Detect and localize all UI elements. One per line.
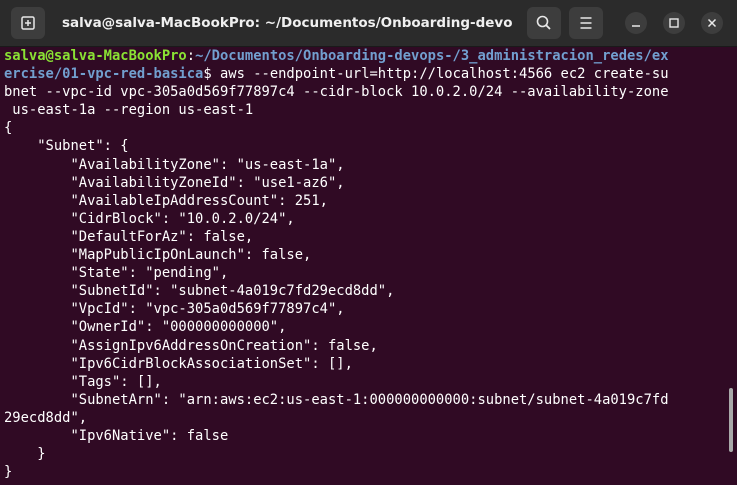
window-title: salva@salva-MacBookPro: ~/Documentos/Onb… [62,15,512,31]
maximize-icon [669,18,679,28]
output-line: "VpcId": "vpc-305a0d569f77897c4", [4,301,345,318]
minimize-button[interactable] [625,12,647,34]
output-line: { [4,120,13,137]
maximize-button[interactable] [663,12,685,34]
output-line: "State": "pending", [4,265,229,282]
output-line: "Tags": [], [4,373,162,390]
search-button[interactable] [527,7,561,39]
output-line: "AssignIpv6AddressOnCreation": false, [4,337,378,354]
output-line: "SubnetId": "subnet-4a019c7fd29ecd8dd", [4,283,395,300]
prompt-user: salva@salva-MacBookPro [4,48,187,64]
command-text: aws --endpoint-url=http://localhost:4566… [219,66,669,83]
minimize-icon [632,25,640,27]
prompt-path: ercise/01-vpc-red-basica [4,66,204,83]
output-line: "CidrBlock": "10.0.2.0/24", [4,210,295,227]
terminal-scrollbar[interactable] [729,388,733,452]
output-line: "SubnetArn": "arn:aws:ec2:us-east-1:0000… [4,391,669,408]
command-line: bnet --vpc-id vpc-305a0d569f77897c4 --ci… [4,84,669,101]
output-line: "Ipv6Native": false [4,427,229,444]
prompt-dollar: $ [203,66,220,83]
close-icon [707,18,717,28]
terminal-output[interactable]: salva@salva-MacBookPro:~/Documentos/Onbo… [4,47,728,485]
close-button[interactable] [701,12,723,34]
prompt-path: ~/Documentos/Onboarding-devops-/3_admini… [195,48,669,64]
output-line: "AvailabilityZone": "us-east-1a", [4,156,345,173]
output-line: "DefaultForAz": false, [4,228,254,245]
output-line: } [4,446,46,463]
new-tab-button[interactable] [11,7,45,39]
output-line: "AvailabilityZoneId": "use1-az6", [4,174,345,191]
menu-button[interactable] [569,7,603,39]
prompt-line: salva@salva-MacBookPro:~/Documentos/Onbo… [4,47,728,65]
prompt-line: ercise/01-vpc-red-basica$ aws --endpoint… [4,65,728,83]
titlebar: salva@salva-MacBookPro: ~/Documentos/Onb… [0,0,737,47]
terminal-window: salva@salva-MacBookPro: ~/Documentos/Onb… [0,0,737,485]
output-line: "MapPublicIpOnLaunch": false, [4,247,312,264]
search-icon [536,15,551,30]
output-line: } [4,464,13,481]
output-line: "OwnerId": "000000000000", [4,319,287,336]
output-line: 29ecd8dd", [4,409,88,426]
new-tab-icon [21,16,35,30]
output-line: "Subnet": { [4,138,129,155]
hamburger-menu-icon [580,17,592,29]
output-line: "AvailableIpAddressCount": 251, [4,192,328,209]
prompt-separator: : [186,48,196,64]
output-line: "Ipv6CidrBlockAssociationSet": [], [4,355,353,372]
command-line: us-east-1a --region us-east-1 [4,102,254,119]
